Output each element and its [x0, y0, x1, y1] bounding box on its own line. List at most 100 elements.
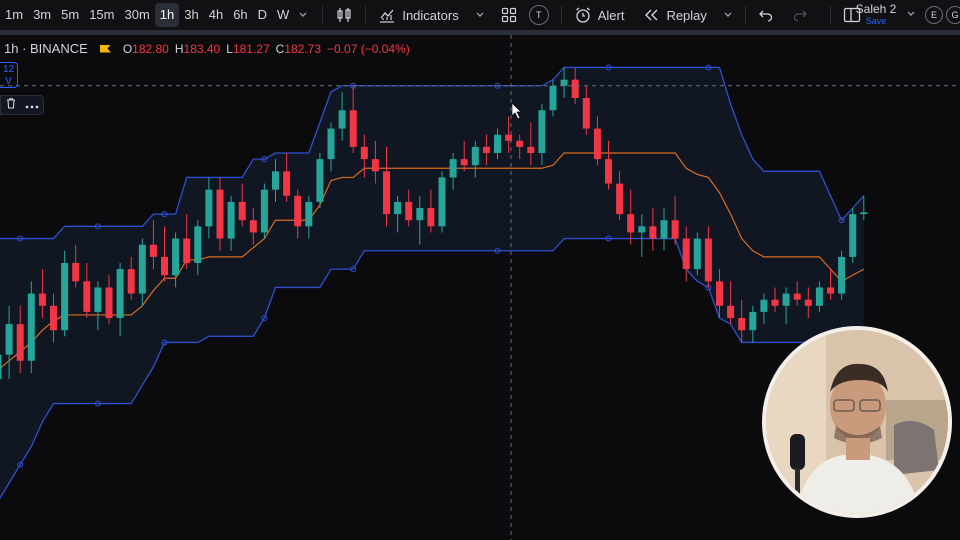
layouts-button[interactable] — [495, 3, 523, 27]
candle-body — [183, 238, 191, 263]
candle-body — [482, 146, 490, 153]
templates-button[interactable]: T — [528, 5, 549, 25]
indicators-chevron-icon[interactable] — [475, 10, 485, 20]
candle-body — [804, 299, 812, 306]
candle-body — [294, 195, 302, 227]
candle-body — [716, 281, 723, 306]
candle-type-button[interactable] — [329, 3, 359, 27]
webcam-overlay — [762, 326, 952, 518]
timeframe-5m[interactable]: 5m — [56, 3, 84, 27]
candle-body — [260, 189, 268, 233]
candle-body — [471, 146, 479, 166]
toolbar-divider — [744, 6, 746, 24]
undo-icon — [758, 10, 773, 22]
open-value: 182.80 — [132, 41, 169, 56]
candle-body — [427, 208, 435, 227]
candle-body — [693, 238, 701, 270]
candle-body — [327, 128, 335, 160]
top-toolbar: 1m 3m 5m 15m 30m 1h 3h 4h 6h D W Indicators T Aler… — [0, 0, 960, 30]
replay-button[interactable]: Replay — [636, 3, 712, 27]
candle-body — [383, 171, 390, 215]
candle-body — [649, 226, 657, 239]
candle-body — [560, 79, 568, 86]
undo-button[interactable] — [752, 3, 780, 27]
candle-body — [127, 269, 135, 294]
low-value: 181.27 — [232, 41, 270, 56]
timeframe-1h[interactable]: 1h — [154, 3, 180, 27]
redo-button[interactable] — [786, 3, 814, 27]
more-options-icon[interactable] — [25, 96, 39, 114]
user-menu-chevron-icon[interactable] — [906, 9, 916, 19]
timeframe-w[interactable]: W — [272, 3, 294, 27]
candle-body — [305, 201, 313, 227]
candle-body — [671, 220, 679, 239]
candle-body — [749, 311, 757, 331]
candle-body — [349, 110, 357, 147]
candle-body — [682, 238, 690, 270]
exchange-flag-icon — [99, 44, 111, 53]
candle-body — [849, 214, 857, 257]
alarm-clock-icon — [575, 7, 590, 23]
timeframe-3m[interactable]: 3m — [28, 3, 56, 27]
timeframe-30m[interactable]: 30m — [119, 3, 154, 27]
candle-body — [760, 299, 768, 312]
indicator-count-badge[interactable]: 12 V — [0, 62, 18, 88]
circle-e-button[interactable]: E — [925, 6, 943, 24]
candle-body — [61, 263, 69, 331]
candle-body — [771, 299, 779, 306]
candle-body — [216, 189, 224, 239]
high-label: H — [174, 41, 184, 56]
high-value: 183.40 — [183, 41, 221, 56]
low-label: L — [226, 41, 233, 56]
candle-body — [172, 238, 180, 276]
replay-chevron-icon[interactable] — [723, 10, 733, 20]
candle-body — [149, 244, 157, 257]
candle-body — [227, 201, 235, 239]
user-save-box[interactable]: Saleh 2 Save — [846, 2, 906, 26]
candle-body — [538, 110, 546, 153]
alert-button[interactable]: Alert — [568, 3, 631, 27]
indicators-button[interactable]: Indicators — [372, 3, 464, 27]
candle-body — [83, 281, 91, 312]
candle-body — [782, 293, 790, 306]
timeframe-3h[interactable]: 3h — [179, 3, 203, 27]
toolbar-divider — [365, 6, 367, 24]
candle-body — [283, 171, 291, 196]
timeframe-15m[interactable]: 15m — [84, 3, 119, 27]
candle-body — [27, 293, 35, 361]
candle-body — [527, 146, 535, 153]
candle-body — [0, 354, 2, 380]
candle-body — [105, 287, 113, 318]
candle-body — [638, 226, 646, 233]
timeframe-menu-chevron[interactable] — [298, 10, 308, 20]
candle-body — [815, 287, 823, 306]
alert-label: Alert — [597, 7, 625, 23]
candle-body — [704, 238, 712, 282]
candle-body — [205, 189, 213, 227]
timeframe-4h[interactable]: 4h — [204, 3, 228, 27]
timeframe-d[interactable]: D — [253, 3, 272, 27]
timeframe-6h[interactable]: 6h — [228, 3, 252, 27]
candle-body — [605, 159, 612, 184]
candle-body — [5, 324, 13, 355]
circle-g-button[interactable]: G — [946, 6, 960, 24]
symbol-name[interactable]: 1h · BINANCE — [4, 41, 88, 56]
toolbar-divider — [829, 6, 831, 24]
candle-body — [238, 201, 246, 221]
symbol-legend: 1h · BINANCE O182.80 H183.40 L181.27 C18… — [4, 41, 410, 56]
timeframe-1m[interactable]: 1m — [0, 3, 28, 27]
open-label: O — [122, 41, 133, 56]
candle-body — [549, 85, 557, 111]
trash-icon[interactable] — [5, 96, 17, 114]
horizontal-line-toolbar — [0, 95, 44, 115]
candle-body — [38, 293, 46, 306]
candle-body — [249, 220, 257, 233]
candle-body — [72, 263, 80, 282]
candle-body — [394, 201, 402, 215]
rewind-icon — [645, 9, 658, 21]
candle-body — [593, 128, 601, 160]
toolbar-divider — [322, 6, 324, 24]
candle-body — [416, 208, 424, 221]
candle-body — [827, 287, 834, 294]
indicators-label: Indicators — [402, 7, 459, 23]
